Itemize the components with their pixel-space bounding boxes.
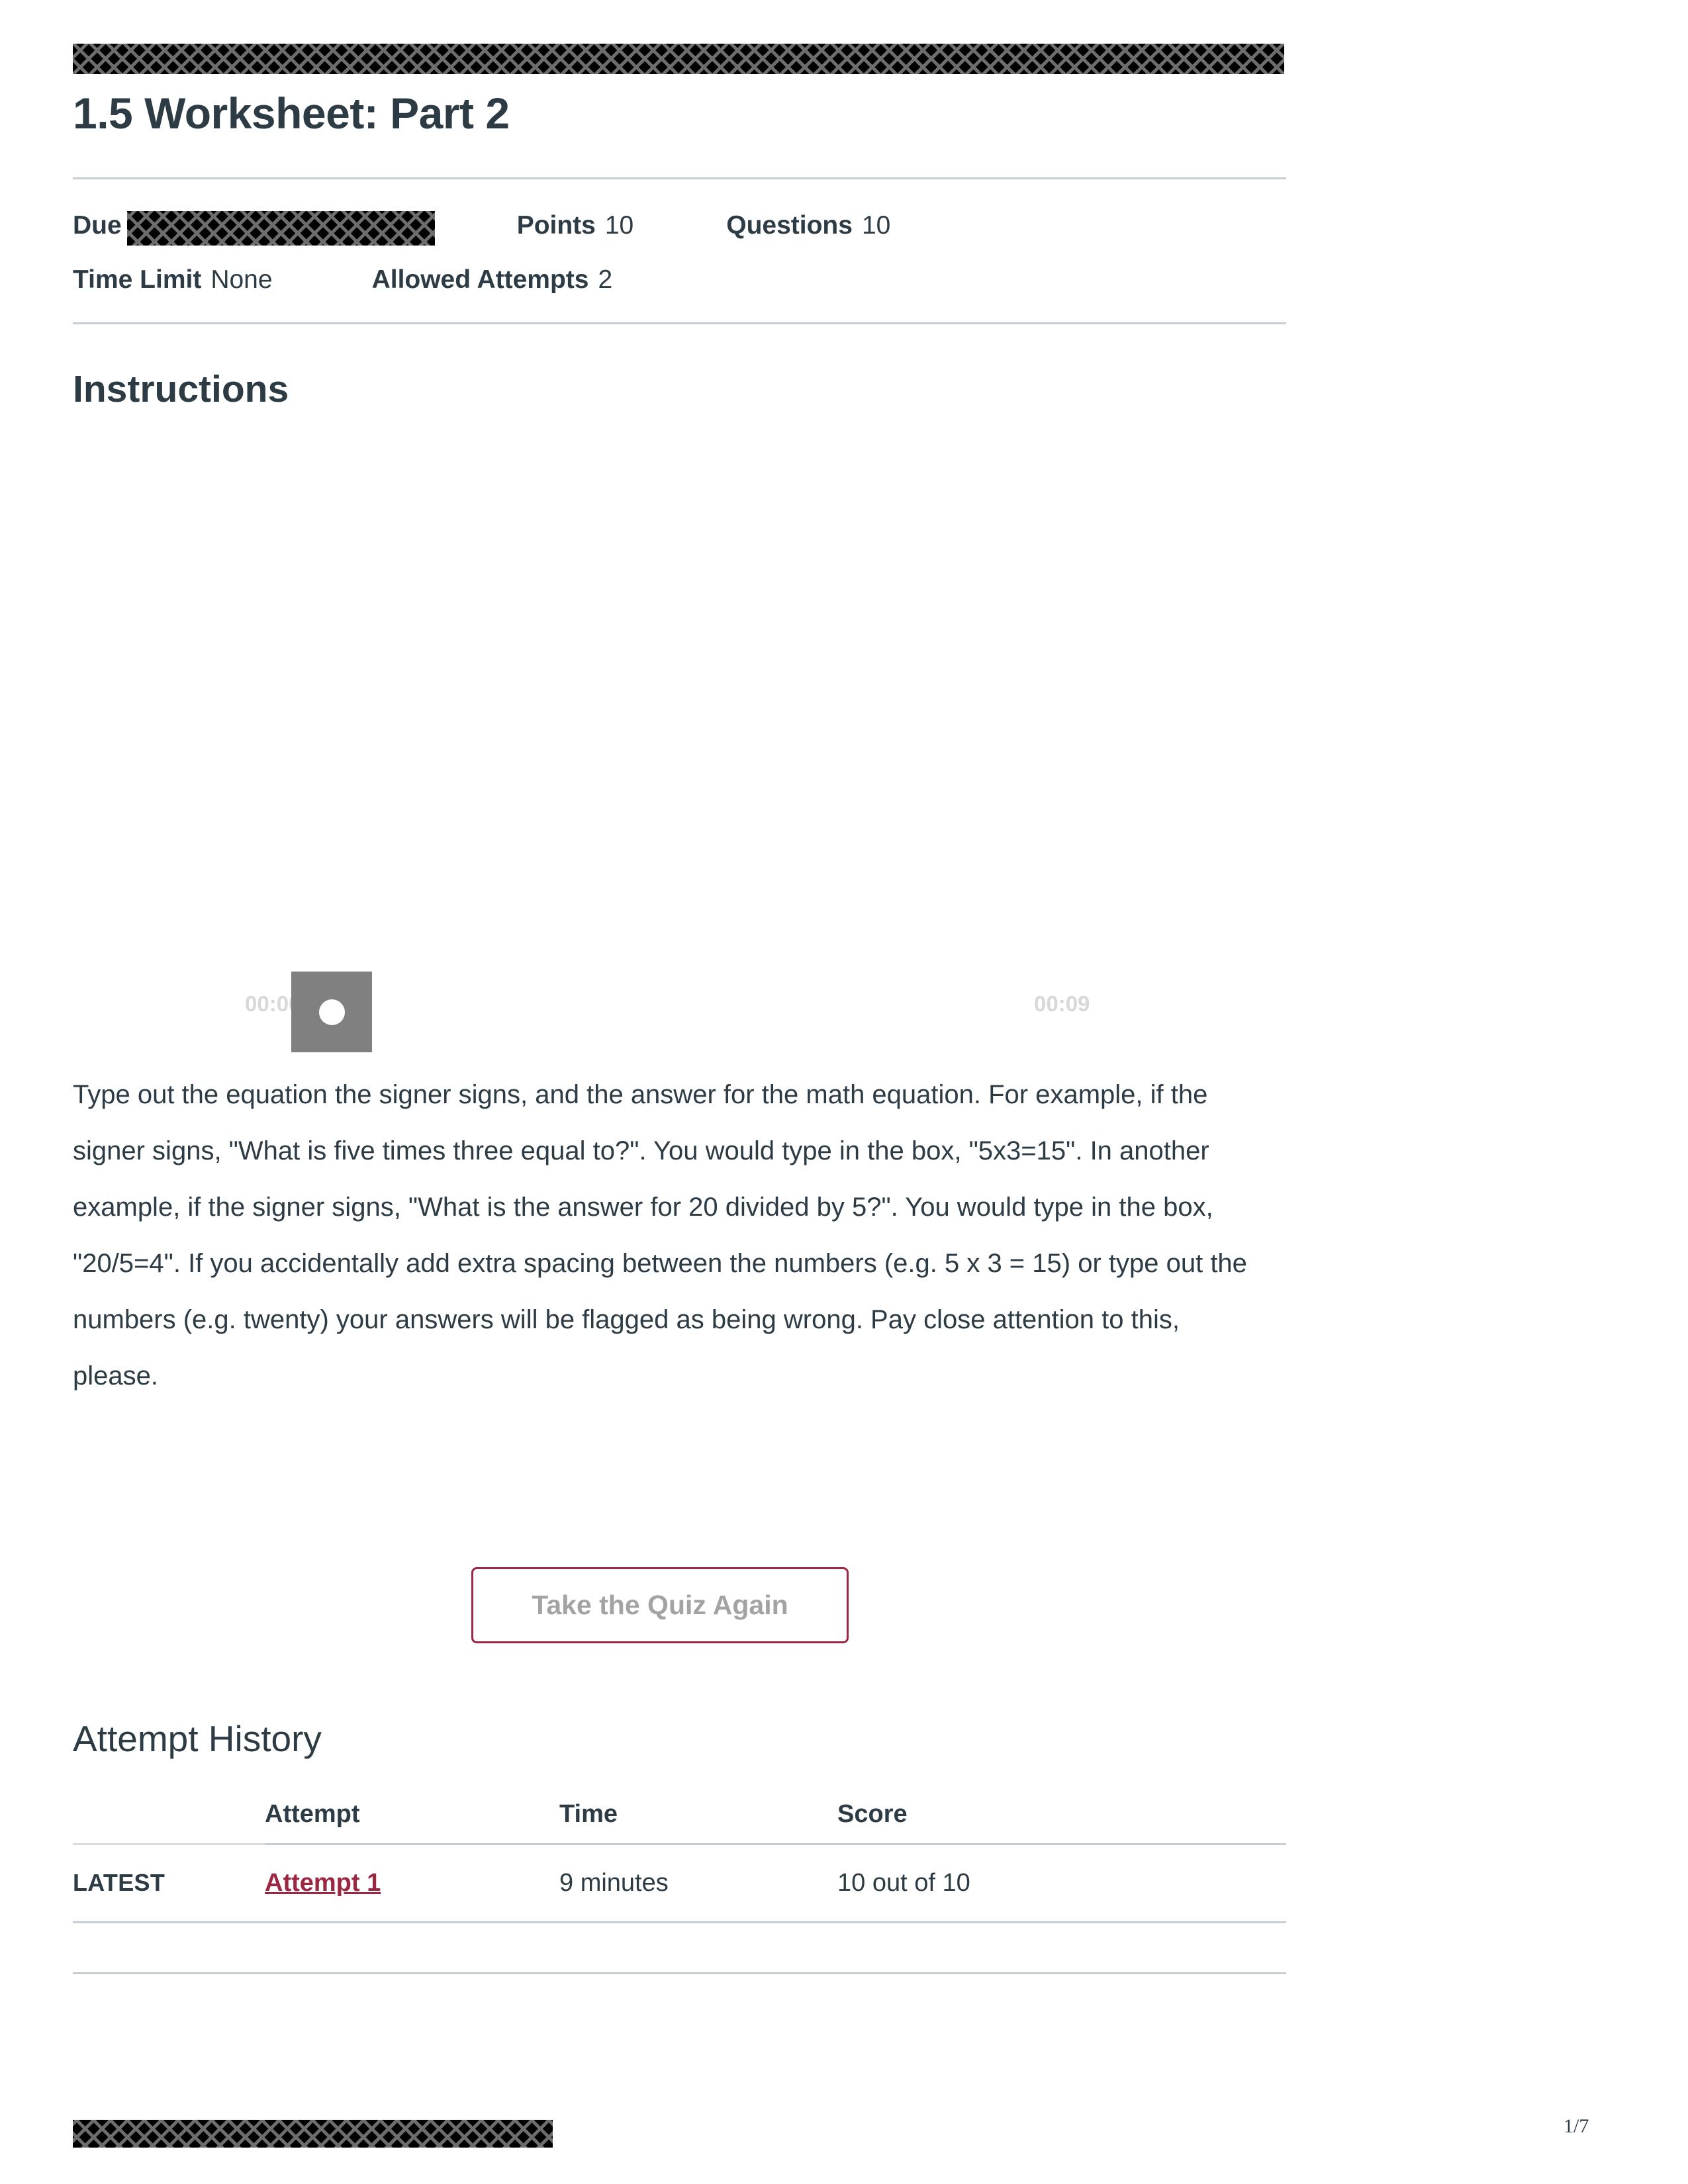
- quiz-meta-row-2: Time Limit None Allowed Attempts 2: [73, 253, 1291, 307]
- page-title: 1.5 Worksheet: Part 2: [73, 89, 510, 138]
- video-scrubber-track[interactable]: [291, 972, 372, 1052]
- questions-label: Questions: [726, 211, 853, 240]
- allowed-attempts-label: Allowed Attempts: [371, 265, 589, 294]
- points-value: 10: [604, 211, 634, 240]
- latest-label: LATEST: [73, 1869, 165, 1896]
- table-header-row: Attempt Time Score: [73, 1800, 1286, 1845]
- due-label: Due: [73, 211, 122, 240]
- redaction-bar-due-date: [126, 210, 435, 246]
- attempt-history-heading: Attempt History: [73, 1718, 322, 1759]
- quiz-meta-row-1: Due Points 10 Questions 10: [73, 199, 1291, 253]
- column-header-score: Score: [837, 1800, 1286, 1845]
- divider-top: [73, 177, 1286, 179]
- column-header-attempt: Attempt: [265, 1800, 559, 1845]
- quiz-meta: Due Points 10 Questions 10 Time Limit None All…: [73, 199, 1291, 307]
- questions-value: 10: [861, 211, 891, 240]
- divider-table-bottom: [73, 1972, 1286, 1974]
- column-header-kept: [73, 1800, 265, 1845]
- attempt-time-cell: 9 minutes: [559, 1844, 837, 1923]
- divider-meta-bottom: [73, 322, 1286, 324]
- attempt-history-table: Attempt Time Score LATEST Attempt 1 9 mi…: [73, 1800, 1286, 1923]
- video-duration: 00:09: [1034, 991, 1090, 1016]
- column-header-time: Time: [559, 1800, 837, 1845]
- quiz-page: 1.5 Worksheet: Part 2 Due Points 10 Questio…: [0, 0, 1688, 2184]
- attempt-cell: Attempt 1: [265, 1844, 559, 1923]
- redaction-bar-footer: [73, 2120, 553, 2148]
- take-quiz-again-button[interactable]: Take the Quiz Again: [471, 1567, 849, 1643]
- attempt-1-link[interactable]: Attempt 1: [265, 1869, 381, 1897]
- points-label: Points: [516, 211, 596, 240]
- instructions-body-text: Type out the equation the signer signs, …: [73, 1080, 1247, 1390]
- time-limit-value: None: [211, 265, 273, 294]
- instructions-heading: Instructions: [73, 368, 289, 410]
- video-scrubber-handle[interactable]: [319, 999, 345, 1025]
- video-player[interactable]: 00:00 00:09: [73, 972, 1284, 1052]
- attempt-score-cell: 10 out of 10: [837, 1844, 1286, 1923]
- redaction-bar-header: [73, 44, 1284, 74]
- time-limit-label: Time Limit: [73, 265, 202, 294]
- allowed-attempts-value: 2: [598, 265, 613, 294]
- page-number: 1/7: [1564, 2115, 1589, 2137]
- table-row: LATEST Attempt 1 9 minutes 10 out of 10: [73, 1844, 1286, 1923]
- attempt-kept-badge: LATEST: [73, 1844, 265, 1923]
